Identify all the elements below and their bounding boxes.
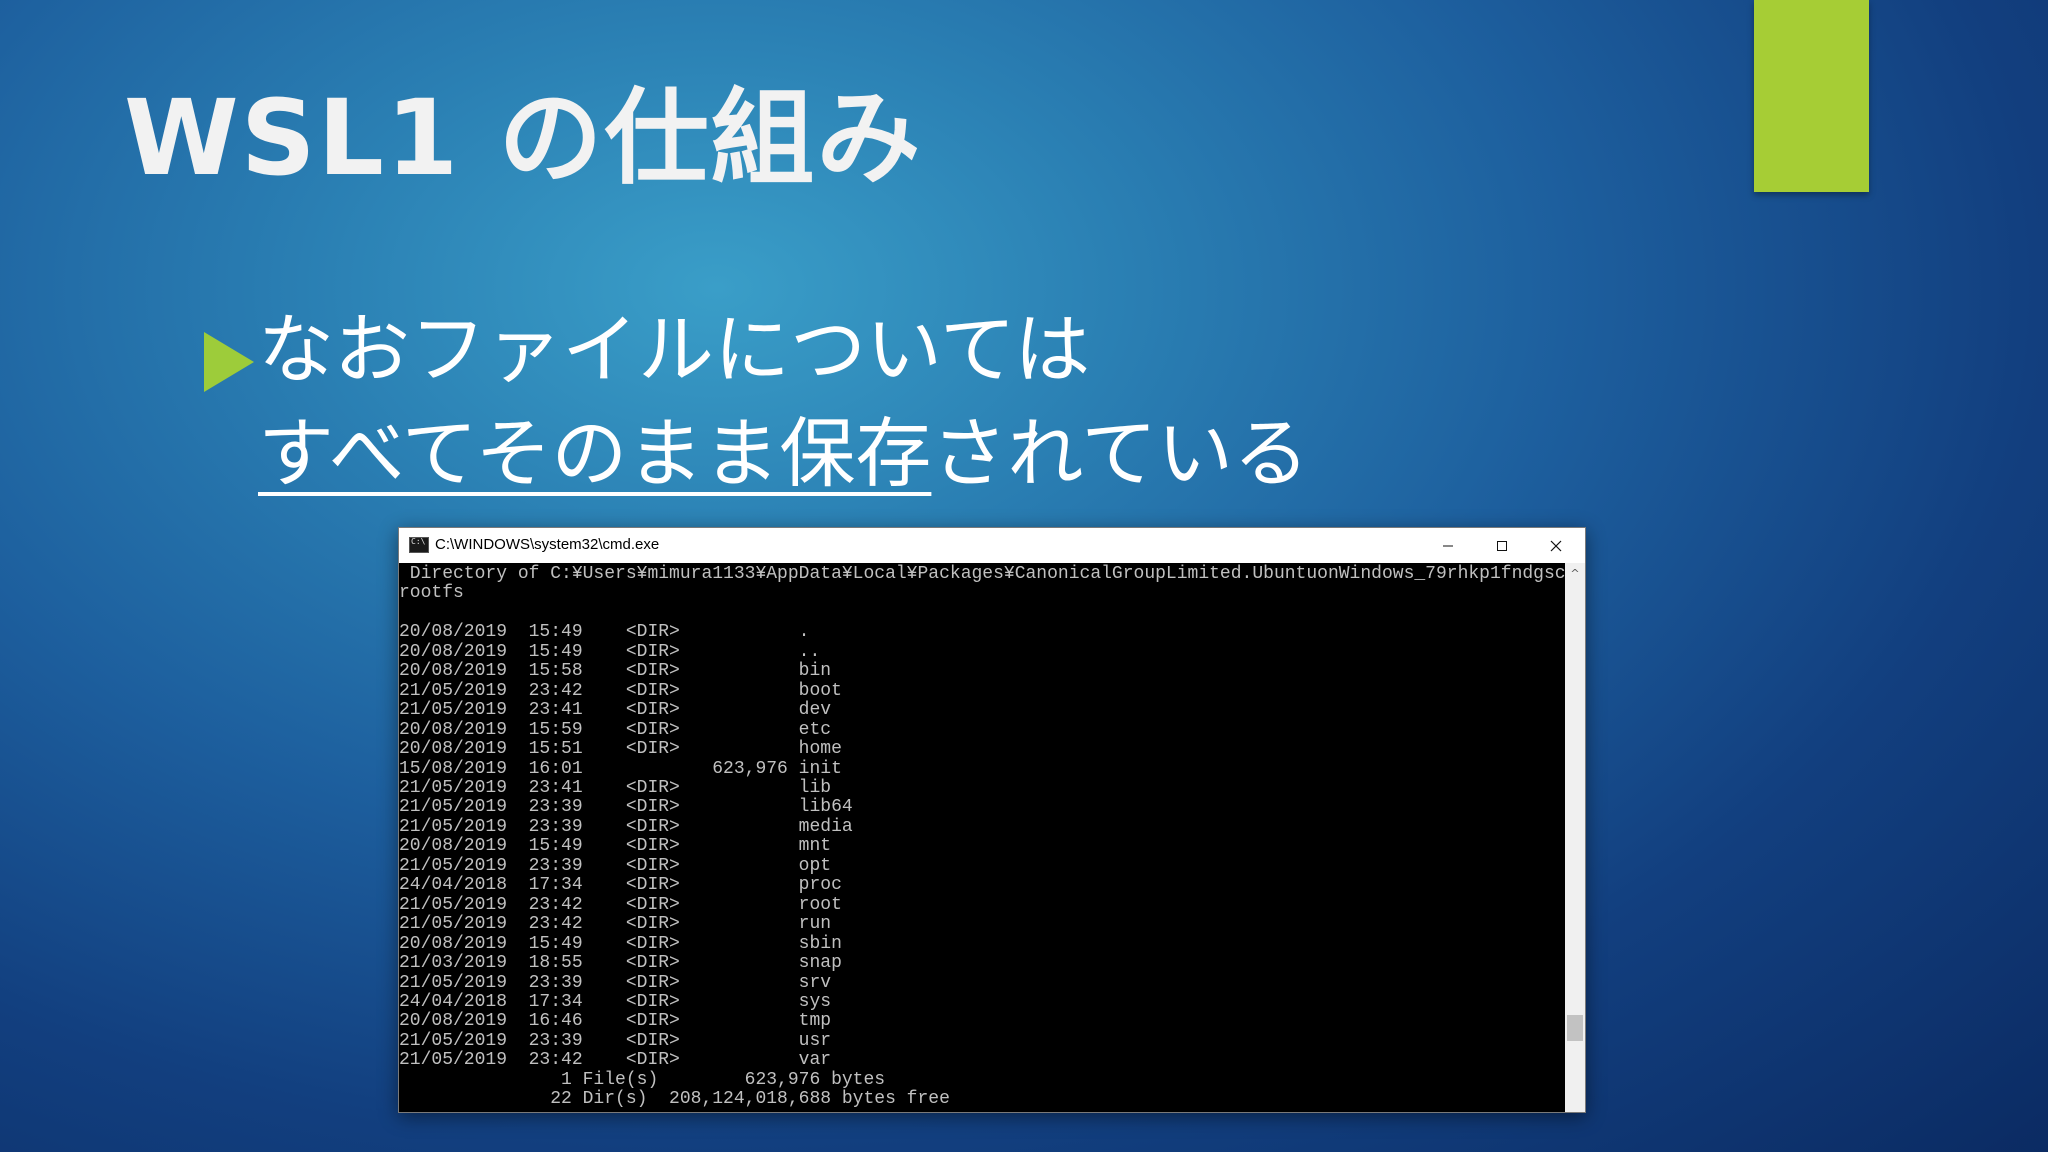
accent-bar [1754,0,1869,192]
bullet-text-rest: されている [931,409,1310,498]
scroll-up-arrow-icon[interactable]: ^ [1565,563,1585,583]
directory-entry-row: 24/04/2018 17:34 <DIR> proc [399,875,842,896]
directory-entry-row: 20/08/2019 15:59 <DIR> etc [399,719,832,740]
bullet-text-underlined: すべてそのまま保存 [258,409,932,498]
directory-entry-row: 21/05/2019 23:42 <DIR> boot [399,680,842,701]
directory-entry-row: 20/08/2019 15:58 <DIR> bin [399,661,832,682]
summary-dirs: 22 Dir(s) 208,124,018,688 bytes free [399,1089,950,1110]
console-output[interactable]: Directory of C:¥Users¥mimura1133¥AppData… [399,563,1565,1112]
bullet-arrow-icon [204,332,254,392]
directory-entry-row: 20/08/2019 15:51 <DIR> home [399,739,842,760]
directory-entry-row: 21/05/2019 23:42 <DIR> run [399,914,832,935]
directory-entry-row: 21/05/2019 23:39 <DIR> srv [399,972,832,993]
bullet-text-line-1: なおファイルについては [258,305,1091,394]
cmd-window-title: C:\WINDOWS\system32\cmd.exe [435,536,660,553]
console-text: Directory of C:¥Users¥mimura1133¥AppData… [399,563,1565,1110]
directory-entry-row: 20/08/2019 15:49 <DIR> mnt [399,836,832,857]
directory-listing: 20/08/2019 15:49 <DIR> . 20/08/2019 15:4… [399,622,853,1070]
directory-entry-row: 15/08/2019 16:01 623,976 init [399,758,842,779]
directory-entry-row: 21/05/2019 23:41 <DIR> lib [399,777,832,798]
minimize-icon [1443,545,1453,546]
cmd-window[interactable]: C:\WINDOWS\system32\cmd.exe Directory of… [398,527,1586,1113]
maximize-button[interactable] [1475,528,1529,563]
directory-entry-row: 20/08/2019 15:49 <DIR> . [399,622,810,643]
close-button[interactable] [1529,528,1583,563]
minimize-button[interactable] [1421,528,1475,563]
cmd-titlebar[interactable]: C:\WINDOWS\system32\cmd.exe [399,528,1585,563]
scrollbar[interactable]: ^ [1565,563,1585,1112]
directory-entry-row: 20/08/2019 15:49 <DIR> .. [399,641,821,662]
directory-entry-row: 21/05/2019 23:42 <DIR> root [399,894,842,915]
cmd-icon[interactable] [409,537,429,553]
directory-line: Directory of C:¥Users¥mimura1133¥AppData… [409,564,1565,584]
directory-entry-row: 21/05/2019 23:39 <DIR> usr [399,1030,832,1051]
directory-line-cont: rootfs [399,583,464,604]
directory-entry-row: 21/05/2019 23:41 <DIR> dev [399,700,832,721]
directory-entry-row: 20/08/2019 16:46 <DIR> tmp [399,1011,832,1032]
directory-entry-row: 21/05/2019 23:42 <DIR> var [399,1050,832,1071]
directory-entry-row: 21/05/2019 23:39 <DIR> media [399,816,853,837]
directory-entry-row: 24/04/2018 17:34 <DIR> sys [399,991,832,1012]
bullet-text-line-2: すべてそのまま保存されている [258,404,1309,504]
slide-title: WSL1 の仕組み [124,77,923,199]
directory-entry-row: 21/05/2019 23:39 <DIR> lib64 [399,797,853,818]
directory-entry-row: 20/08/2019 15:49 <DIR> sbin [399,933,842,954]
close-icon [1550,540,1562,551]
summary-files: 1 File(s) 623,976 bytes [399,1069,886,1090]
directory-entry-row: 21/03/2019 18:55 <DIR> snap [399,953,842,974]
directory-entry-row: 21/05/2019 23:39 <DIR> opt [399,855,832,876]
maximize-icon [1497,540,1507,551]
scrollbar-thumb[interactable] [1567,1015,1583,1041]
